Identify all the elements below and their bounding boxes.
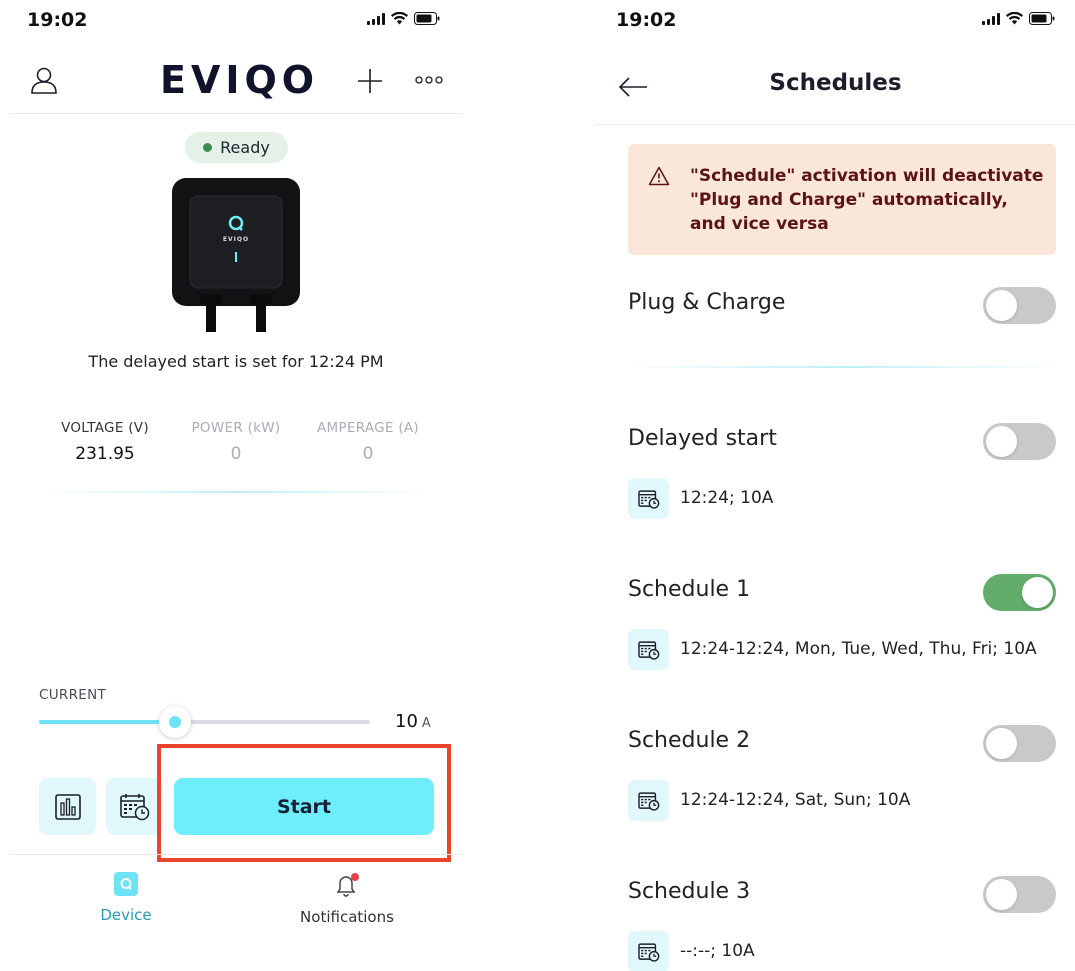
- section-divider: [628, 366, 1056, 368]
- device-icon: [114, 872, 138, 896]
- schedule-1-label: Schedule 1: [628, 577, 751, 602]
- current-unit: A: [421, 716, 431, 731]
- tab-device[interactable]: Device: [56, 872, 196, 924]
- wifi-icon: [1006, 12, 1023, 25]
- delayed-start-detail: 12:24; 10A: [680, 488, 774, 508]
- tab-device-label: Device: [100, 906, 152, 924]
- battery-icon: [1029, 12, 1055, 25]
- schedule-button[interactable]: [106, 778, 163, 835]
- wifi-icon: [391, 12, 408, 25]
- voltage-stat: VOLTAGE (V) 231.95: [40, 420, 170, 464]
- current-label: CURRENT: [39, 687, 107, 703]
- warning-line-2: "Plug and Charge" automatically,: [690, 190, 1008, 210]
- warning-banner: "Schedule" activation will deactivate "P…: [628, 144, 1056, 255]
- eviqo-logo: EVIQO: [160, 58, 320, 102]
- calendar-clock-icon: [637, 942, 659, 962]
- voltage-label: VOLTAGE (V): [61, 420, 149, 436]
- status-icons: [982, 12, 1055, 25]
- warning-line-1: "Schedule" activation will deactivate: [690, 166, 1044, 186]
- schedule-1-calendar-chip: [628, 629, 669, 670]
- schedule-1-toggle[interactable]: [983, 574, 1056, 611]
- header-divider: [596, 124, 1075, 125]
- status-icons: [367, 12, 440, 25]
- current-slider-thumb[interactable]: [158, 706, 191, 738]
- calendar-clock-icon: [119, 793, 149, 820]
- schedule-2-calendar-chip: [628, 780, 669, 821]
- calendar-clock-icon: [637, 489, 659, 509]
- delayed-start-message: The delayed start is set for 12:24 PM: [88, 352, 384, 371]
- statistics-button[interactable]: [39, 778, 96, 835]
- warning-text: "Schedule" activation will deactivate "P…: [690, 164, 1043, 236]
- status-time: 19:02: [616, 9, 677, 31]
- delayed-start-toggle[interactable]: [983, 423, 1056, 460]
- schedules-screen: 19:02 Schedules "Schedule" activation wi…: [596, 0, 1075, 971]
- tabbar-divider: [10, 854, 462, 855]
- schedule-3-label: Schedule 3: [628, 879, 751, 904]
- header-divider: [10, 113, 462, 114]
- battery-icon: [414, 12, 440, 25]
- profile-icon[interactable]: [30, 66, 58, 94]
- tab-notifications[interactable]: Notifications: [277, 872, 417, 926]
- warning-icon: [648, 166, 670, 186]
- device-screen: 19:02 EVIQO Ready EVIQO The delayed star…: [0, 0, 472, 971]
- status-badge-label: Ready: [220, 138, 270, 157]
- current-value: 10 A: [395, 711, 431, 732]
- status-time: 19:02: [27, 9, 88, 31]
- calendar-clock-icon: [637, 791, 659, 811]
- current-value-number: 10: [395, 711, 418, 732]
- power-value: 0: [230, 444, 242, 464]
- signal-icon: [367, 12, 385, 25]
- current-slider-fill: [39, 720, 175, 724]
- signal-icon: [982, 12, 1000, 25]
- voltage-value: 231.95: [75, 444, 135, 464]
- status-dot: [203, 143, 213, 152]
- schedule-1-detail: 12:24-12:24, Mon, Tue, Wed, Thu, Fri; 10…: [680, 639, 1037, 659]
- delayed-start-calendar-chip: [628, 478, 669, 519]
- tab-notifications-label: Notifications: [300, 908, 394, 926]
- power-stat: POWER (kW) 0: [171, 420, 301, 464]
- schedule-2-label: Schedule 2: [628, 728, 751, 753]
- stats-divider: [40, 491, 435, 493]
- page-title: Schedules: [769, 70, 902, 96]
- amperage-value: 0: [362, 444, 374, 464]
- plug-and-charge-toggle[interactable]: [983, 287, 1056, 324]
- calendar-clock-icon: [637, 640, 659, 660]
- warning-line-3: and vice versa: [690, 214, 829, 234]
- schedule-3-detail: --:--; 10A: [680, 941, 755, 961]
- charger-brand-text: EVIQO: [222, 236, 250, 243]
- app-header: EVIQO: [0, 56, 472, 112]
- amperage-stat: AMPERAGE (A) 0: [303, 420, 433, 464]
- schedule-2-toggle[interactable]: [983, 725, 1056, 762]
- bell-icon: [336, 873, 359, 897]
- schedule-3-calendar-chip: [628, 931, 669, 971]
- schedule-3-toggle[interactable]: [983, 876, 1056, 913]
- delayed-start-label: Delayed start: [628, 426, 777, 451]
- plug-and-charge-label: Plug & Charge: [628, 290, 786, 315]
- bar-chart-icon: [54, 793, 81, 820]
- power-label: POWER (kW): [191, 420, 281, 436]
- more-icon[interactable]: [415, 76, 443, 84]
- charger-image: EVIQO: [172, 178, 302, 334]
- schedule-2-detail: 12:24-12:24, Sat, Sun; 10A: [680, 790, 911, 810]
- add-icon[interactable]: [357, 68, 383, 94]
- amperage-label: AMPERAGE (A): [316, 420, 420, 436]
- current-slider[interactable]: [39, 706, 370, 738]
- status-badge: Ready: [185, 132, 288, 163]
- highlight-box: [157, 744, 451, 862]
